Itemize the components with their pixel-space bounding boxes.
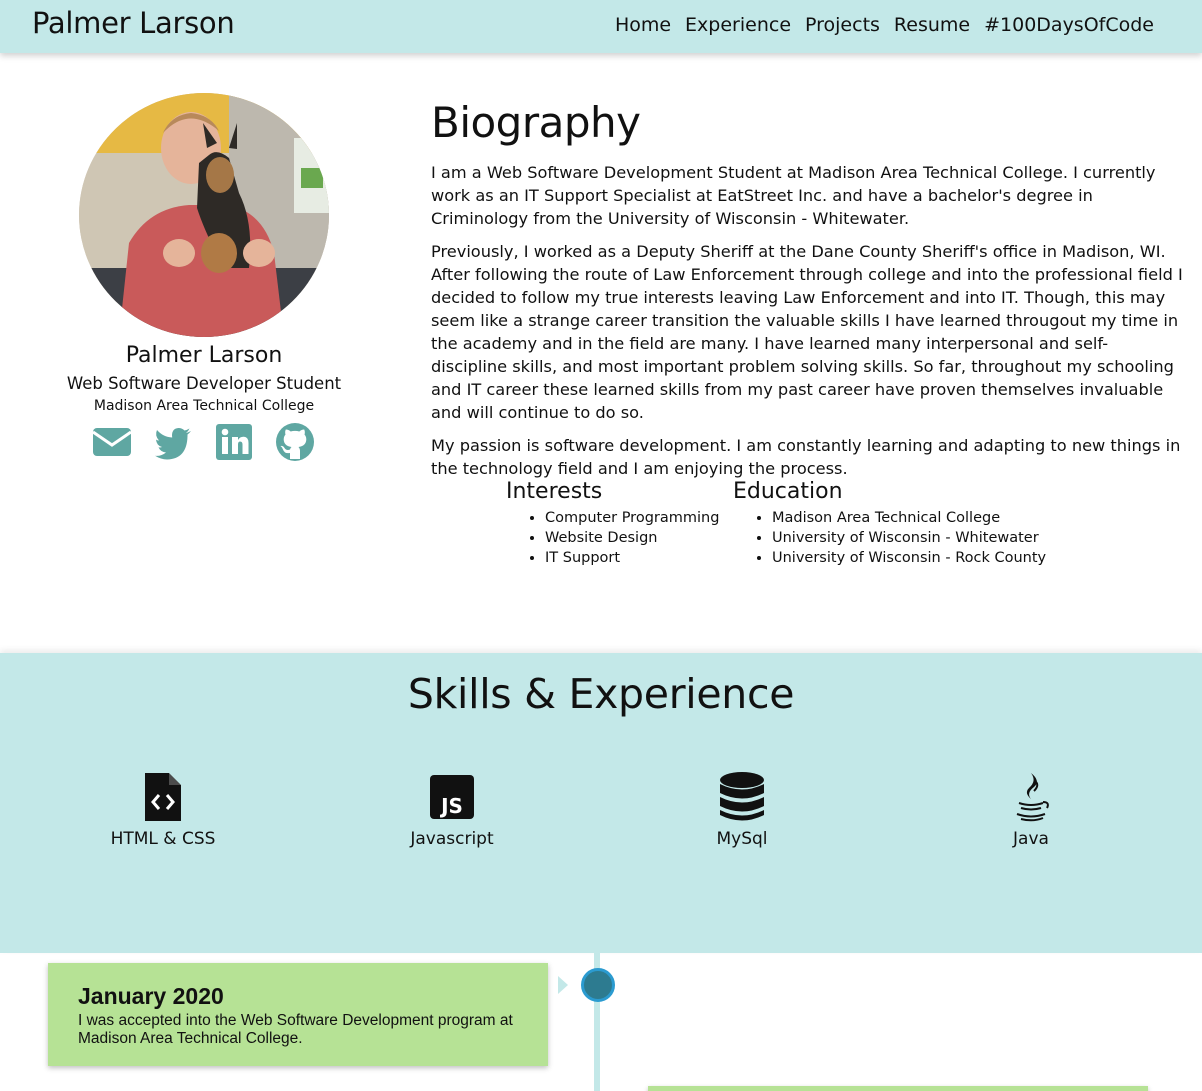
java-icon [1007, 771, 1055, 823]
list-item: Website Design [545, 528, 719, 548]
profile-role: Web Software Developer Student [66, 374, 342, 393]
envelope-icon[interactable] [92, 422, 132, 462]
timeline-text: I was accepted into the Web Software Dev… [78, 1012, 513, 1047]
skill-label: Javascript [410, 829, 494, 849]
skill-label: MySql [716, 829, 768, 849]
profile-school: Madison Area Technical College [93, 398, 315, 414]
biography-paragraph: Previously, I worked as a Deputy Sheriff… [431, 242, 1183, 422]
profile-avatar [79, 93, 329, 337]
skill-javascript: JS Javascript [352, 771, 552, 849]
file-code-icon [139, 771, 187, 823]
svg-text:JS: JS [439, 794, 463, 818]
list-item: University of Wisconsin - Rock County [772, 548, 1046, 568]
list-item: IT Support [545, 548, 719, 568]
skill-label: HTML & CSS [110, 829, 216, 849]
education-title: Education [733, 479, 843, 504]
skill-html-css: HTML & CSS [63, 771, 263, 849]
timeline-arrow [558, 976, 568, 994]
timeline-date: January 2020 [78, 983, 224, 1009]
twitter-icon[interactable] [153, 422, 193, 462]
list-item: Computer Programming [545, 508, 719, 528]
education-list: Madison Area Technical College Universit… [733, 508, 1046, 568]
social-links [92, 422, 315, 462]
interests-list: Computer Programming Website Design IT S… [506, 508, 719, 568]
list-item: Madison Area Technical College [772, 508, 1046, 528]
skills-section: Skills & Experience HTML & CSS JS Javasc… [0, 653, 1202, 953]
js-icon: JS [428, 771, 476, 823]
nav-experience[interactable]: Experience [685, 14, 791, 36]
profile-photo [79, 93, 329, 337]
nav-links: Home Experience Projects Resume #100Days… [615, 14, 1154, 36]
skill-mysql: MySql [642, 771, 842, 849]
linkedin-icon[interactable] [214, 422, 254, 462]
skill-java: Java [931, 771, 1131, 849]
navbar: Palmer Larson Home Experience Projects R… [0, 0, 1202, 53]
interests-section: Interests Computer Programming Website D… [506, 479, 719, 568]
brand-title[interactable]: Palmer Larson [32, 6, 235, 40]
biography-paragraph: My passion is software development. I am… [431, 436, 1181, 478]
profile-name: Palmer Larson [125, 343, 283, 368]
biography-paragraph: I am a Web Software Development Student … [431, 163, 1156, 228]
nav-resume[interactable]: Resume [894, 14, 970, 36]
nav-projects[interactable]: Projects [805, 14, 880, 36]
database-icon [718, 771, 766, 823]
skills-title: Skills & Experience [407, 670, 795, 718]
education-section: Education Madison Area Technical College… [733, 479, 1046, 568]
nav-100-days-of-code[interactable]: #100DaysOfCode [984, 14, 1154, 36]
timeline-card: January 2020 I was accepted into the Web… [48, 963, 548, 1066]
nav-home[interactable]: Home [615, 14, 671, 36]
biography-title: Biography [431, 98, 641, 147]
skill-label: Java [1013, 829, 1049, 849]
interests-title: Interests [506, 479, 603, 504]
timeline-dot [581, 968, 615, 1002]
timeline-card-next [648, 1086, 1148, 1091]
github-icon[interactable] [275, 422, 315, 462]
list-item: University of Wisconsin - Whitewater [772, 528, 1046, 548]
biography-body: I am a Web Software Development Student … [431, 161, 1183, 490]
